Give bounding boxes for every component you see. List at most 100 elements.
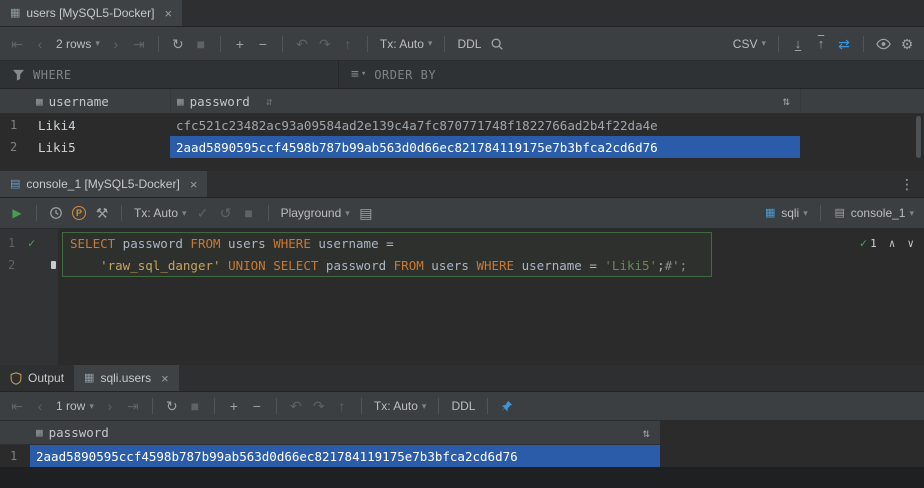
sql-token: FROM xyxy=(394,258,424,273)
prev-page-icon[interactable]: ‹ xyxy=(33,37,47,51)
delete-row-icon[interactable]: − xyxy=(250,399,264,413)
column-header-password[interactable]: ▦ password ⇵ ⇅ xyxy=(170,89,800,113)
editor-line[interactable]: 1 ✓ SELECT password FROM users WHERE use… xyxy=(0,232,924,254)
tab-label: users [MySQL5-Docker] xyxy=(26,6,154,20)
table-row[interactable]: 1 Liki4 cfc521c23482ac93a09584ad2e139c4a… xyxy=(0,114,924,136)
ddl-button[interactable]: DDL xyxy=(451,399,475,413)
sql-token: users xyxy=(424,258,477,273)
tab-result-sqli-users[interactable]: ▦ sqli.users × xyxy=(74,365,179,391)
csv-format-dropdown[interactable]: CSV ▾ xyxy=(733,37,766,51)
sql-token: UNION xyxy=(228,258,266,273)
stop-icon[interactable]: ■ xyxy=(194,37,208,51)
page-size-dropdown[interactable]: 2 rows ▾ xyxy=(56,37,100,51)
sort-icon[interactable]: ⇅ xyxy=(643,426,650,440)
cell-password-selected[interactable]: 2aad5890595ccf4598b787b99ab563d0d66ec821… xyxy=(170,136,800,158)
column-header-password[interactable]: ▦ password ⇅ xyxy=(30,421,660,444)
table-row[interactable]: 2 Liki5 2aad5890595ccf4598b787b99ab563d0… xyxy=(0,136,924,158)
editor-line[interactable]: 2 'raw_sql_danger' UNION SELECT password… xyxy=(0,254,924,276)
refresh-icon[interactable]: ↻ xyxy=(171,37,185,51)
app-window: ▦ users [MySQL5-Docker] × ⇤ ‹ 2 rows ▾ ›… xyxy=(0,0,924,488)
refresh-icon[interactable]: ↻ xyxy=(165,399,179,413)
prev-page-icon[interactable]: ‹ xyxy=(33,399,47,413)
where-filter-field[interactable]: WHERE xyxy=(0,61,338,88)
schema-dropdown[interactable]: ▦ sqli ▾ xyxy=(763,206,808,220)
first-page-icon[interactable]: ⇤ xyxy=(10,37,24,51)
tx-mode-dropdown[interactable]: Tx: Auto ▾ xyxy=(134,206,187,220)
sql-token: 'Liki5' xyxy=(604,258,657,273)
settings-gear-icon[interactable]: ⚙ xyxy=(900,37,914,51)
divider xyxy=(863,36,864,52)
cell-username[interactable]: Liki4 xyxy=(30,114,170,136)
close-icon[interactable]: × xyxy=(164,7,172,20)
next-page-icon[interactable]: › xyxy=(103,399,117,413)
last-page-icon[interactable]: ⇥ xyxy=(132,37,146,51)
sql-token: WHERE xyxy=(476,258,514,273)
output-layout-icon[interactable]: ▤ xyxy=(359,206,373,220)
playground-dropdown[interactable]: Playground ▾ xyxy=(281,206,350,220)
sql-editor[interactable]: 1 ✓ SELECT password FROM users WHERE use… xyxy=(0,229,924,365)
tab-output[interactable]: Output xyxy=(0,365,74,391)
chevron-down-icon: ▾ xyxy=(182,209,187,218)
tab-users-grid[interactable]: ▦ users [MySQL5-Docker] × xyxy=(0,0,182,26)
first-page-icon[interactable]: ⇤ xyxy=(10,399,24,413)
sort-toggle-icon[interactable]: ⇵ xyxy=(266,95,273,108)
redo-icon[interactable]: ↷ xyxy=(312,399,326,413)
tx-mode-label: Tx: Auto xyxy=(134,206,178,220)
parameters-icon[interactable]: P xyxy=(72,206,86,220)
history-clock-icon[interactable] xyxy=(49,206,63,220)
tools-icon[interactable]: ⚒ xyxy=(95,206,109,220)
submit-icon[interactable]: ↑ xyxy=(335,399,349,413)
add-row-icon[interactable]: + xyxy=(233,37,247,51)
column-header-username[interactable]: ▦ username xyxy=(30,89,170,113)
line-number: 2 xyxy=(0,258,22,272)
next-page-icon[interactable]: › xyxy=(109,37,123,51)
view-options-eye-icon[interactable] xyxy=(876,38,891,50)
session-label: console_1 xyxy=(851,206,906,220)
stop-icon[interactable]: ■ xyxy=(242,206,256,220)
add-row-icon[interactable]: + xyxy=(227,399,241,413)
cell-password[interactable]: cfc521c23482ac93a09584ad2e139c4a7fc87077… xyxy=(170,114,800,136)
column-icon: ▦ xyxy=(36,95,43,108)
delete-row-icon[interactable]: − xyxy=(256,37,270,51)
code-line-1[interactable]: SELECT password FROM users WHERE usernam… xyxy=(58,236,394,251)
table-row[interactable]: 1 2aad5890595ccf4598b787b99ab563d0d66ec8… xyxy=(0,445,924,467)
tx-mode-dropdown[interactable]: Tx: Auto ▾ xyxy=(374,399,427,413)
submit-icon[interactable]: ↑ xyxy=(341,37,355,51)
close-icon[interactable]: × xyxy=(190,178,198,191)
code-line-2[interactable]: 'raw_sql_danger' UNION SELECT password F… xyxy=(58,258,687,273)
row-number: 2 xyxy=(0,140,30,154)
import-upload-icon[interactable]: ↑ xyxy=(814,37,828,50)
page-size-dropdown[interactable]: 1 row ▾ xyxy=(56,399,94,413)
session-dropdown[interactable]: ▤ console_1 ▾ xyxy=(833,206,914,220)
undo-icon[interactable]: ↶ xyxy=(289,399,303,413)
grid-header: ▦ username ▦ password ⇵ ⇅ xyxy=(0,89,924,114)
rollback-icon[interactable]: ↺ xyxy=(219,206,233,220)
prev-statement-icon[interactable]: ∧ xyxy=(889,237,896,250)
divider xyxy=(214,398,215,414)
order-by-filter-field[interactable]: ≡ ▾ ORDER BY xyxy=(339,61,448,88)
export-download-icon[interactable]: ↓ xyxy=(791,37,805,50)
ddl-button[interactable]: DDL xyxy=(457,37,481,51)
fold-marker[interactable] xyxy=(51,261,56,269)
tx-mode-dropdown[interactable]: Tx: Auto ▾ xyxy=(380,37,433,51)
next-statement-icon[interactable]: ∨ xyxy=(907,237,914,250)
search-icon[interactable] xyxy=(490,37,504,51)
cell-password-selected[interactable]: 2aad5890595ccf4598b787b99ab563d0d66ec821… xyxy=(30,445,660,467)
vertical-scrollbar[interactable] xyxy=(916,116,921,158)
compare-icon[interactable]: ⇄ xyxy=(837,37,851,51)
column-icon: ▦ xyxy=(36,426,43,439)
tab-console[interactable]: ▤ console_1 [MySQL5-Docker] × xyxy=(0,171,207,197)
cell-username[interactable]: Liki5 xyxy=(30,136,170,158)
close-icon[interactable]: × xyxy=(161,372,169,385)
undo-icon[interactable]: ↶ xyxy=(295,37,309,51)
pin-tab-icon[interactable] xyxy=(500,400,513,413)
commit-icon[interactable]: ✓ xyxy=(196,206,210,220)
playground-label: Playground xyxy=(281,206,342,220)
sort-icon[interactable]: ⇅ xyxy=(783,94,790,108)
run-play-icon[interactable]: ▶ xyxy=(10,207,24,219)
redo-icon[interactable]: ↷ xyxy=(318,37,332,51)
executed-check-icon: ✓ xyxy=(860,236,867,250)
last-page-icon[interactable]: ⇥ xyxy=(126,399,140,413)
stop-icon[interactable]: ■ xyxy=(188,399,202,413)
more-options-icon[interactable]: ⋮ xyxy=(890,176,924,193)
